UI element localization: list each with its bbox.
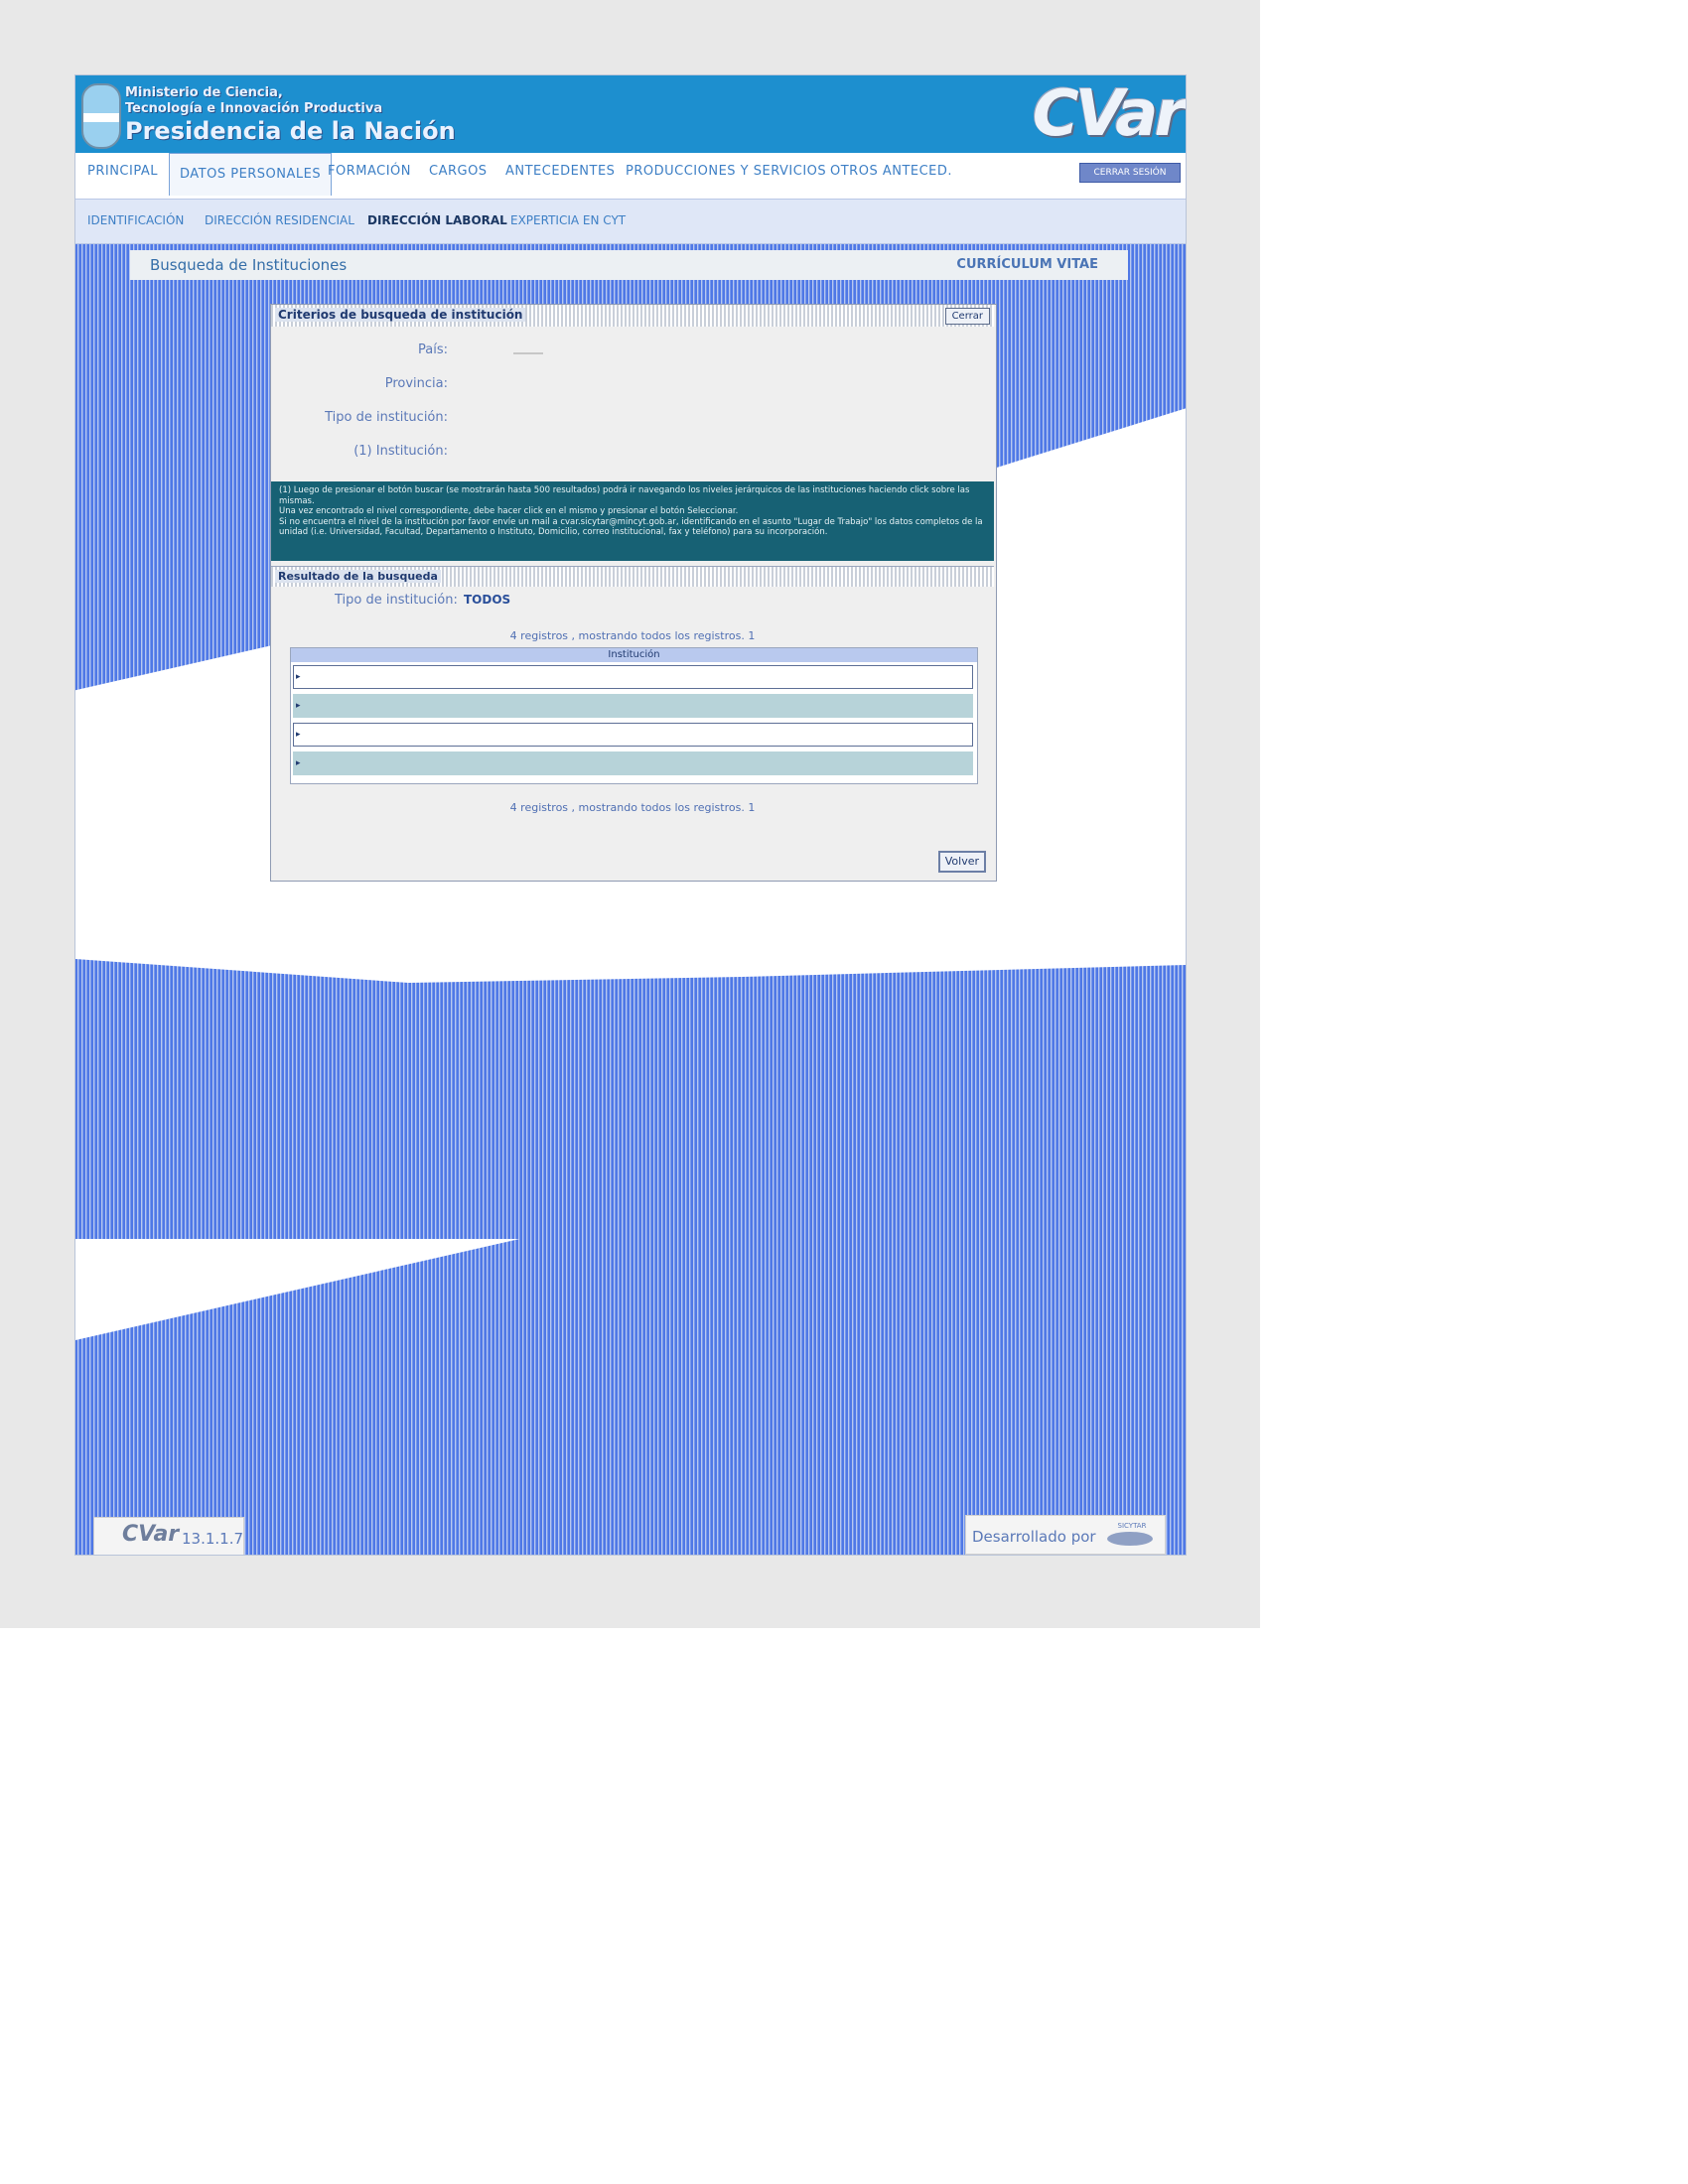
results-tipo-value: TODOS <box>464 593 511 607</box>
footer-cvar-logo: CVar <box>122 1522 180 1547</box>
tab-antecedentes[interactable]: ANTECEDENTES <box>505 164 615 179</box>
ministry-line-1: Ministerio de Ciencia, <box>125 85 283 100</box>
provincia-label: Provincia: <box>384 376 448 391</box>
results-title: Resultado de la busqueda <box>275 570 441 583</box>
developer-name: SICYTAR <box>1117 1522 1147 1530</box>
results-counter-top: 4 registros , mostrando todos los regist… <box>509 629 756 642</box>
tab-producciones[interactable]: PRODUCCIONES Y SERVICIOS <box>626 164 826 179</box>
page-title: Busqueda de Instituciones <box>150 256 348 274</box>
presidency-title: Presidencia de la Nación <box>125 117 456 145</box>
search-dialog: Criterios de busqueda de institución Cer… <box>270 304 997 882</box>
help-text-1: (1) Luego de presionar el botón buscar (… <box>279 485 970 506</box>
results-titlebar: Resultado de la busqueda <box>271 566 994 587</box>
page-canvas: Ministerio de Ciencia, Tecnología e Inno… <box>0 0 1260 1628</box>
cvar-logo: CVar <box>1032 77 1186 151</box>
tab-cargos[interactable]: CARGOS <box>429 164 488 179</box>
pais-label: País: <box>418 342 448 357</box>
table-row[interactable]: ▸ <box>293 665 973 689</box>
table-row[interactable]: ▸ <box>293 723 973 747</box>
subtab-direccion-laboral[interactable]: DIRECCIÓN LABORAL <box>367 213 507 227</box>
subtab-identificacion[interactable]: IDENTIFICACIÓN <box>87 213 184 227</box>
app-frame: Ministerio de Ciencia, Tecnología e Inno… <box>74 74 1187 1556</box>
site-header: Ministerio de Ciencia, Tecnología e Inno… <box>75 75 1186 153</box>
dialog-titlebar: Criterios de busqueda de institución Cer… <box>271 305 994 327</box>
column-header-institucion: Institución <box>291 648 977 662</box>
help-note: (1) Luego de presionar el botón buscar (… <box>271 481 994 561</box>
logout-button[interactable]: CERRAR SESIÓN <box>1079 163 1181 183</box>
sub-nav: IDENTIFICACIÓN DIRECCIÓN RESIDENCIAL DIR… <box>75 199 1186 244</box>
close-button[interactable]: Cerrar <box>944 308 990 325</box>
back-button[interactable]: Volver <box>937 851 986 873</box>
main-nav: PRINCIPAL DATOS PERSONALES FORMACIÓN CAR… <box>75 153 1186 199</box>
institucion-label: (1) Institución: <box>353 444 448 459</box>
pais-field[interactable] <box>513 352 543 354</box>
ministry-line-2: Tecnología e Innovación Productiva <box>125 101 383 116</box>
tipo-institucion-label: Tipo de institución: <box>325 410 448 425</box>
footer-credits: Desarrollado por SICYTAR <box>965 1515 1166 1555</box>
subtab-experticia[interactable]: EXPERTICIA EN CYT <box>510 213 626 227</box>
footer-version-box: CVar 13.1.1.7 <box>93 1517 244 1555</box>
tab-principal[interactable]: PRINCIPAL <box>87 164 158 179</box>
cv-label: CURRÍCULUM VITAE <box>956 257 1098 272</box>
breadcrumb: Busqueda de Instituciones CURRÍCULUM VIT… <box>130 250 1128 280</box>
dialog-title: Criterios de busqueda de institución <box>275 308 526 322</box>
results-counter-bottom: 4 registros , mostrando todos los regist… <box>509 801 756 814</box>
tab-otros-antecedentes[interactable]: OTROS ANTECED. <box>830 164 952 179</box>
version-number: 13.1.1.7 <box>182 1530 244 1548</box>
developer-logo: SICYTAR <box>1107 1522 1157 1548</box>
help-text-2: Una vez encontrado el nivel correspondie… <box>279 506 739 516</box>
swoosh-icon <box>1107 1532 1153 1546</box>
help-text-3: Si no encuentra el nivel de la instituci… <box>279 516 983 538</box>
table-row[interactable]: ▸ <box>293 751 973 775</box>
tab-datos-personales[interactable]: DATOS PERSONALES <box>169 153 333 196</box>
table-row[interactable]: ▸ <box>293 694 973 718</box>
tab-formacion[interactable]: FORMACIÓN <box>328 164 411 179</box>
subtab-direccion-residencial[interactable]: DIRECCIÓN RESIDENCIAL <box>205 213 354 227</box>
coat-of-arms-icon <box>81 83 121 149</box>
results-tipo-label: Tipo de institución: <box>335 593 458 608</box>
developed-by-label: Desarrollado por <box>972 1528 1096 1546</box>
results-table: Institución ▸ ▸ ▸ ▸ <box>290 647 978 784</box>
